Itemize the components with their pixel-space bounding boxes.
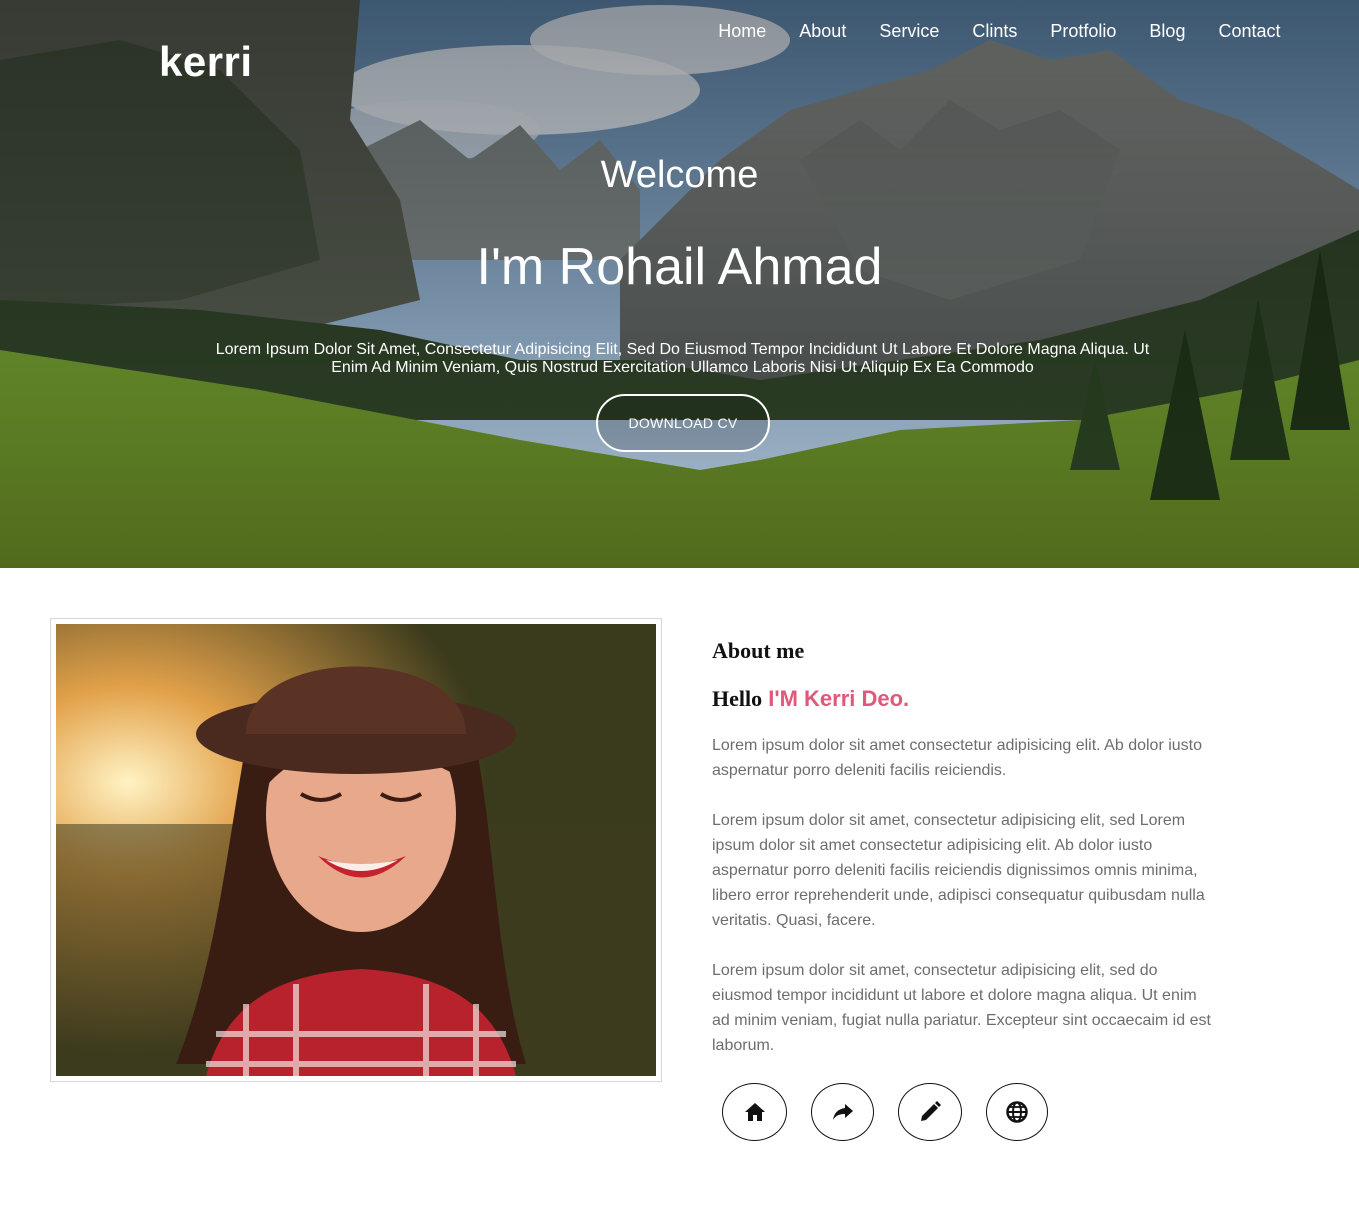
hero-welcome: Welcome — [600, 154, 759, 196]
nav-home[interactable]: Home — [702, 20, 783, 42]
hello-name: I'M Kerri Deo. — [768, 686, 910, 711]
nav-clints[interactable]: Clints — [956, 20, 1034, 42]
hero-intro: Lorem Ipsum Dolor Sit Amet, Consectetur … — [215, 341, 1150, 376]
hero-headline: I'm Rohail Ahmad — [476, 238, 883, 296]
share-social-button[interactable] — [811, 1083, 874, 1141]
about-title: About me — [712, 638, 805, 663]
social-links — [722, 1083, 1048, 1141]
nav-about[interactable]: About — [783, 20, 863, 42]
edit-social-button[interactable] — [898, 1083, 962, 1141]
globe-social-button[interactable] — [986, 1083, 1048, 1141]
home-social-button[interactable] — [722, 1083, 787, 1141]
hello-prefix: Hello — [712, 686, 763, 711]
nav-blog[interactable]: Blog — [1133, 20, 1202, 42]
about-paragraph-1: Lorem ipsum dolor sit amet consectetur a… — [712, 737, 1203, 779]
nav-protfolio[interactable]: Protfolio — [1034, 20, 1133, 42]
nav-service[interactable]: Service — [863, 20, 956, 42]
hello-heading: Hello I'M Kerri Deo. — [712, 684, 909, 714]
download-cv-button[interactable]: DOWNLOAD CV — [596, 394, 770, 452]
profile-photo-frame — [50, 618, 662, 1082]
profile-photo — [56, 624, 656, 1076]
share-icon — [832, 1104, 853, 1120]
hero-section: kerri Home About Service Clints Protfoli… — [0, 0, 1359, 568]
pencil-icon — [921, 1101, 941, 1121]
main-nav: Home About Service Clints Protfolio Blog… — [702, 20, 1297, 42]
brand-logo[interactable]: kerri — [159, 38, 253, 86]
globe-icon — [1006, 1101, 1028, 1123]
home-icon — [744, 1103, 765, 1121]
nav-contact[interactable]: Contact — [1202, 20, 1297, 42]
about-paragraph-3: Lorem ipsum dolor sit amet, consectetur … — [712, 962, 1211, 1054]
about-paragraph-2: Lorem ipsum dolor sit amet, consectetur … — [712, 812, 1205, 929]
